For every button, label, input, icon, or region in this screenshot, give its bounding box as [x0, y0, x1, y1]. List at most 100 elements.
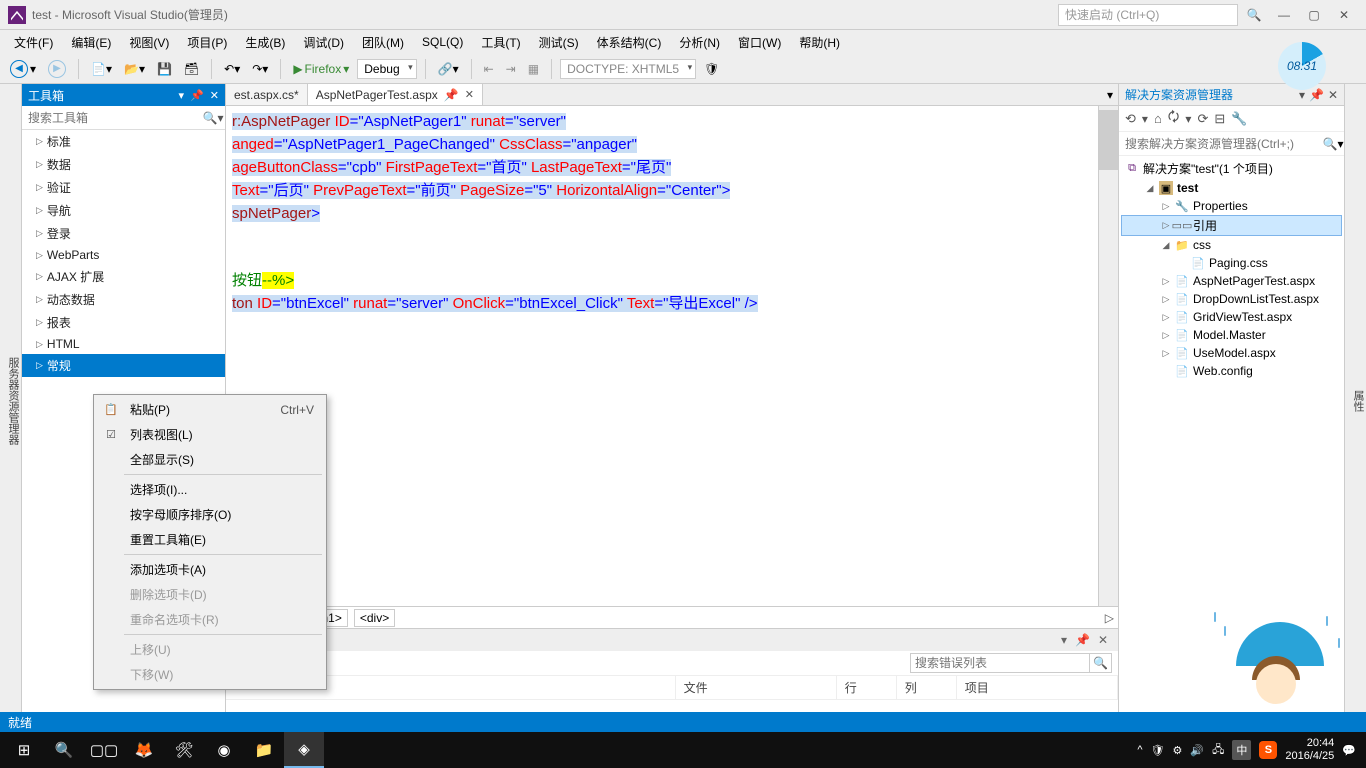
sougou-icon[interactable]: S [1259, 741, 1277, 759]
col-column[interactable]: 列 [897, 676, 957, 699]
tab-codebehind[interactable]: est.aspx.cs* [226, 84, 308, 105]
toolbox-search-input[interactable] [22, 106, 201, 129]
context-menu-item[interactable]: 📋粘贴(P)Ctrl+V [96, 397, 324, 422]
menu-edit[interactable]: 编辑(E) [63, 31, 119, 54]
save-button[interactable]: 💾 [153, 59, 176, 79]
tree-file[interactable]: ▷📄AspNetPagerTest.aspx [1121, 272, 1342, 290]
maximize-icon[interactable]: ▢ [1300, 4, 1328, 26]
ime-icon[interactable]: 中 [1232, 740, 1251, 760]
context-menu-item[interactable]: 选择项(I)... [96, 477, 324, 502]
context-menu-item[interactable]: ☑列表视图(L) [96, 422, 324, 447]
menu-view[interactable]: 视图(V) [121, 31, 177, 54]
config-dropdown[interactable]: Debug [357, 59, 416, 79]
context-menu-item[interactable]: 添加选项卡(A) [96, 557, 324, 582]
error-search-input[interactable] [910, 653, 1090, 673]
undo-button[interactable]: ↶▾ [220, 59, 244, 79]
toolbox-cat-ajax[interactable]: ▷AJAX 扩展 [22, 265, 225, 288]
vertical-scrollbar[interactable] [1098, 106, 1118, 606]
toolbox-cat-reports[interactable]: ▷报表 [22, 311, 225, 334]
start-debug-button[interactable]: ▶ Firefox ▾ [289, 59, 353, 79]
toolbox-dropdown-icon[interactable]: ▾ [179, 89, 185, 102]
browser-link-button[interactable]: 🔗▾ [434, 59, 463, 79]
search-icon[interactable]: 🔍 [1090, 653, 1112, 673]
comment-button[interactable]: ▦ [524, 59, 543, 79]
visual-studio-icon[interactable]: ◈ [284, 732, 324, 768]
tree-css-folder[interactable]: ◢📁css [1121, 236, 1342, 254]
taskbar-clock[interactable]: 20:442016/4/25 [1285, 737, 1334, 763]
close-icon[interactable]: ✕ [1330, 4, 1358, 26]
solution-search-input[interactable] [1119, 132, 1322, 155]
tree-references[interactable]: ▷▭▭引用 [1121, 215, 1342, 236]
breadcrumb-end[interactable]: ▷ [1105, 611, 1114, 625]
toolbox-cat-general[interactable]: ▷常规 [22, 354, 225, 377]
toolbox-cat-standard[interactable]: ▷标准 [22, 130, 225, 153]
toolbox-pin-icon[interactable]: 📌 [190, 89, 204, 102]
search-icon[interactable]: 🔍 [44, 732, 84, 768]
properties-icon[interactable]: 🔧 [1231, 111, 1247, 127]
sync-icon[interactable]: 🗘 [1168, 108, 1180, 130]
toolbox-cat-data[interactable]: ▷数据 [22, 153, 225, 176]
close-icon[interactable]: ✕ [1094, 633, 1112, 647]
refresh-icon[interactable]: ⟳ [1197, 111, 1208, 127]
tree-project[interactable]: ◢▣test [1121, 179, 1342, 197]
menu-team[interactable]: 团队(M) [354, 31, 412, 54]
menu-build[interactable]: 生成(B) [237, 31, 293, 54]
indent-button[interactable]: ⇥ [502, 59, 520, 79]
menu-test[interactable]: 测试(S) [531, 31, 587, 54]
validation-button[interactable]: 🛡 [700, 59, 723, 79]
explorer-icon[interactable]: 📁 [244, 732, 284, 768]
notifications-icon[interactable]: 💬 [1342, 744, 1356, 757]
toolbox-cat-login[interactable]: ▷登录 [22, 222, 225, 245]
firefox-icon[interactable]: 🦊 [124, 732, 164, 768]
home-icon[interactable]: ⌂ [1154, 111, 1162, 126]
breadcrumb-div[interactable]: <div> [354, 609, 395, 627]
collapse-icon[interactable]: ⊟ [1214, 111, 1225, 127]
toolbox-cat-dynamicdata[interactable]: ▷动态数据 [22, 288, 225, 311]
menu-project[interactable]: 项目(P) [179, 31, 235, 54]
right-vertical-tab[interactable]: 属性 [1344, 84, 1366, 712]
volume-icon[interactable]: 🔊 [1190, 744, 1204, 757]
task-view-icon[interactable]: ▢▢ [84, 732, 124, 768]
menu-analyze[interactable]: 分析(N) [671, 31, 728, 54]
pin-icon[interactable]: 📌 [1071, 633, 1094, 647]
toolbox-cat-html[interactable]: ▷HTML [22, 334, 225, 354]
search-icon[interactable]: 🔍▾ [201, 106, 225, 129]
tray-icon[interactable]: 🛡 [1151, 744, 1165, 757]
pin-icon[interactable]: 📌 [444, 88, 459, 102]
search-icon[interactable]: 🔍 [1240, 4, 1268, 26]
minimize-icon[interactable]: — [1270, 4, 1298, 26]
redo-button[interactable]: ↷▾ [248, 59, 272, 79]
menu-window[interactable]: 窗口(W) [730, 31, 789, 54]
tree-file[interactable]: 📄Web.config [1121, 362, 1342, 380]
start-button[interactable]: ⊞ [4, 732, 44, 768]
nav-forward-button[interactable]: ▶ [44, 57, 70, 81]
col-file[interactable]: 文件 [676, 676, 837, 699]
outdent-button[interactable]: ⇤ [480, 59, 498, 79]
left-vertical-tab[interactable]: 服务器资源管理器 [0, 84, 22, 712]
search-icon[interactable]: 🔍▾ [1322, 132, 1344, 155]
menu-file[interactable]: 文件(F) [6, 31, 61, 54]
close-icon[interactable]: ✕ [465, 88, 474, 101]
menu-debug[interactable]: 调试(D) [295, 31, 352, 54]
tree-properties[interactable]: ▷🔧Properties [1121, 197, 1342, 215]
col-project[interactable]: 项目 [957, 676, 1118, 699]
context-menu-item[interactable]: 重置工具箱(E) [96, 527, 324, 552]
toolbox-cat-webparts[interactable]: ▷WebParts [22, 245, 225, 265]
network-icon[interactable]: 🖧 [1212, 741, 1224, 760]
tab-overflow-icon[interactable]: ▾ [1102, 84, 1118, 105]
tree-file[interactable]: ▷📄GridViewTest.aspx [1121, 308, 1342, 326]
toolbox-cat-navigation[interactable]: ▷导航 [22, 199, 225, 222]
menu-sql[interactable]: SQL(Q) [414, 32, 471, 52]
col-line[interactable]: 行 [837, 676, 897, 699]
menu-architecture[interactable]: 体系结构(C) [589, 31, 670, 54]
back-icon[interactable]: ⟲ [1125, 111, 1136, 127]
tree-file[interactable]: ▷📄DropDownListTest.aspx [1121, 290, 1342, 308]
tree-file[interactable]: ▷📄UseModel.aspx [1121, 344, 1342, 362]
tab-aspnetpager[interactable]: AspNetPagerTest.aspx 📌✕ [308, 84, 483, 105]
app-icon[interactable]: ◉ [204, 732, 244, 768]
app-icon[interactable]: 🛠 [164, 732, 204, 768]
dropdown-icon[interactable]: ▾ [1057, 633, 1071, 647]
quick-launch-input[interactable]: 快速启动 (Ctrl+Q) [1058, 4, 1238, 26]
tree-solution[interactable]: ⧉解决方案"test"(1 个项目) [1121, 158, 1342, 179]
system-tray[interactable]: ^ 🛡 ⚙ 🔊 🖧 中 S 20:442016/4/25 💬 [1137, 737, 1362, 763]
